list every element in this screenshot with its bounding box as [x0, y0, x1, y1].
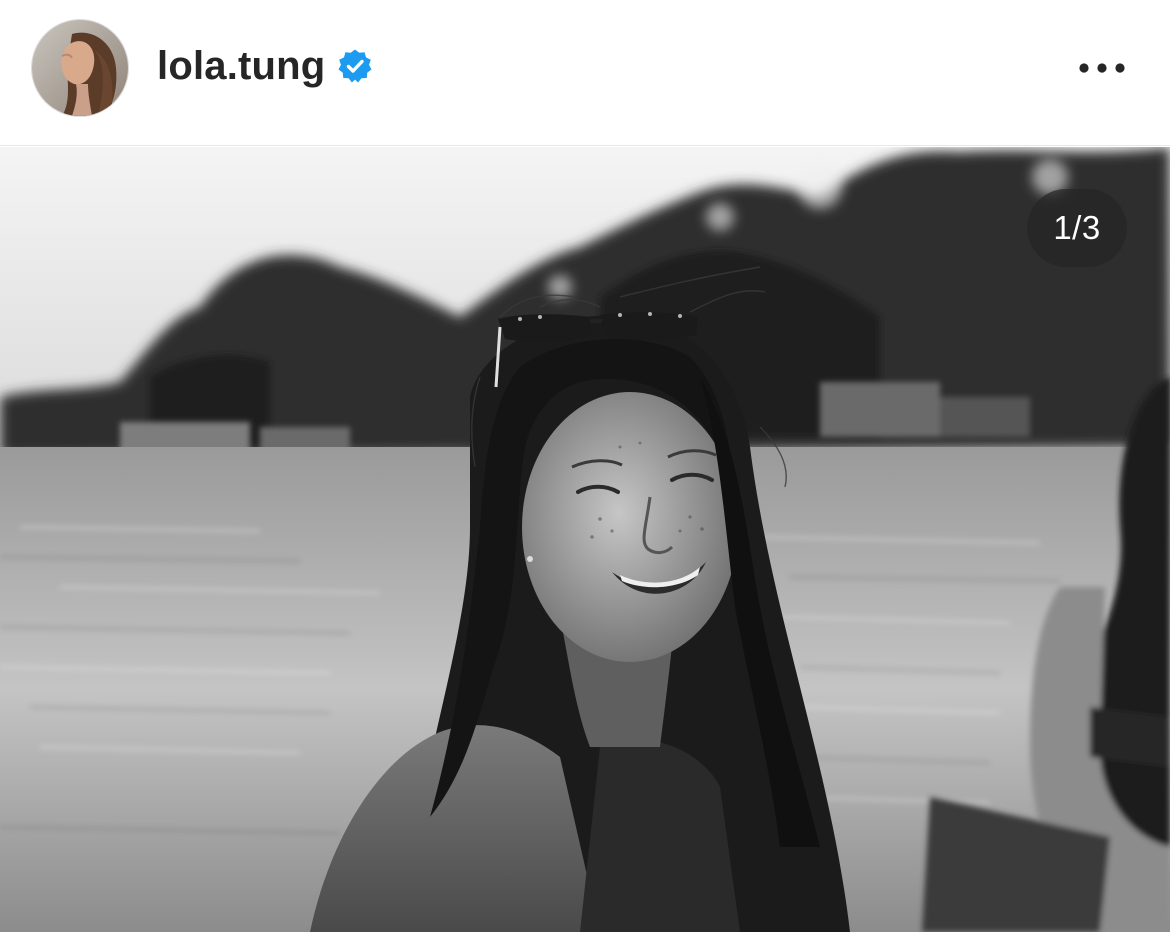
post-media[interactable]: 1/3: [0, 147, 1170, 932]
more-horizontal-icon: [1079, 63, 1125, 73]
instagram-post: lola.tung 1/3: [0, 0, 1170, 932]
more-options-button[interactable]: [1070, 48, 1134, 88]
avatar[interactable]: [32, 20, 128, 116]
verified-badge-icon: [337, 48, 373, 84]
post-header: lola.tung: [0, 0, 1170, 146]
slide-counter: 1/3: [1027, 189, 1127, 267]
user-line: lola.tung: [157, 40, 373, 92]
username[interactable]: lola.tung: [157, 44, 325, 89]
avatar-image: [32, 20, 128, 116]
post-photo: [0, 147, 1170, 932]
